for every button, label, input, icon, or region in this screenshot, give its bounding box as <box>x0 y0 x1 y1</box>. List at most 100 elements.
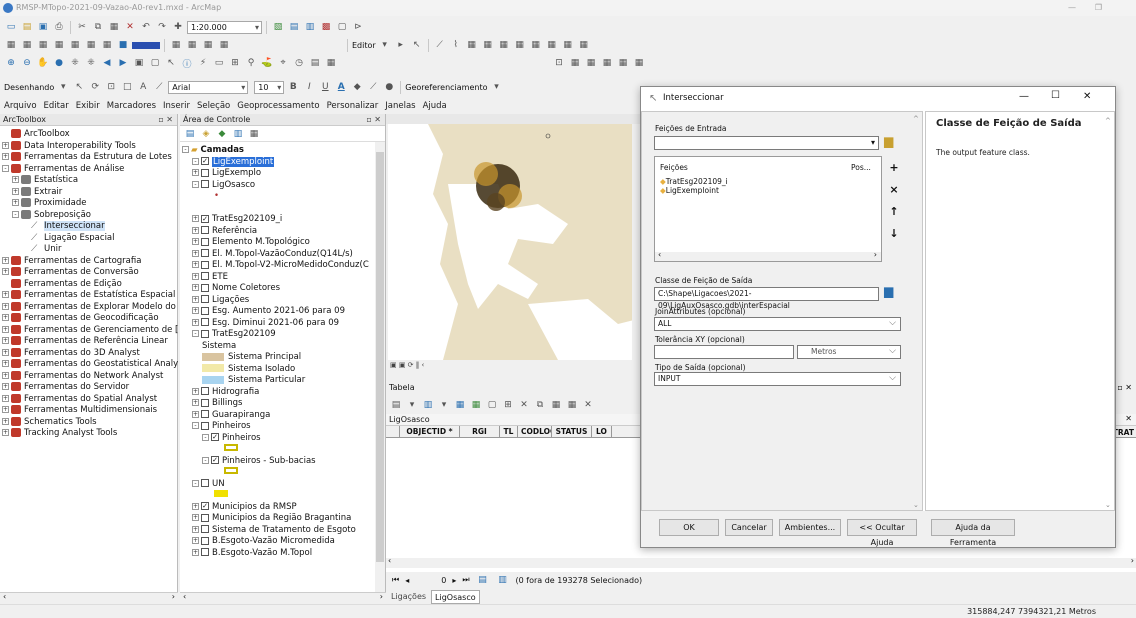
table-of-contents-icon[interactable]: ▤ <box>287 21 301 34</box>
cut-icon[interactable]: ✂ <box>75 21 89 34</box>
expand-icon[interactable]: + <box>2 314 9 321</box>
input-features-list[interactable]: Feições Pos... ◆TratEsg202109_i ◆LigExem… <box>654 156 882 262</box>
tool-icon[interactable]: ▦ <box>577 39 591 52</box>
show-all-records-icon[interactable]: ▤ <box>476 574 490 587</box>
expand-icon[interactable]: + <box>2 302 9 310</box>
toc-layer-item[interactable]: - ✓ LigExemploint <box>182 156 385 169</box>
toc-layer-item[interactable]: Sistema Principal <box>182 352 385 364</box>
expand-icon[interactable]: + <box>2 291 9 298</box>
hyperlink-icon[interactable]: ⚡ <box>196 57 210 70</box>
collapse-icon[interactable]: - <box>192 180 199 188</box>
expand-icon[interactable]: + <box>2 348 9 356</box>
tool-icon[interactable]: ▦ <box>68 39 82 52</box>
tool-icon[interactable]: ▦ <box>497 39 511 52</box>
expand-icon[interactable]: + <box>192 502 199 510</box>
minimize-icon[interactable]: — <box>1068 0 1076 16</box>
layer-visibility-checkbox[interactable] <box>201 536 209 545</box>
redo-icon[interactable]: ↷ <box>155 21 169 34</box>
tool-icon[interactable]: ▦ <box>465 39 479 52</box>
tool-icon[interactable]: ▦ <box>565 399 579 412</box>
select-elements-icon[interactable]: ↖ <box>164 57 178 70</box>
scroll-up-icon[interactable]: ^ <box>1105 117 1111 125</box>
previous-record-icon[interactable]: ◂ <box>405 576 409 585</box>
delete-selected-icon[interactable]: ✕ <box>517 399 531 412</box>
toc-layer-item[interactable]: Sistema <box>182 341 385 353</box>
toc-layer-item[interactable]: - ▰ Camadas <box>182 145 385 157</box>
expand-icon[interactable]: + <box>192 514 199 521</box>
toolbox-item[interactable]: + Ferramentas de Cartografia <box>2 255 177 268</box>
dropdown-icon[interactable]: ▾ <box>871 137 875 149</box>
layer-visibility-checkbox[interactable] <box>201 513 209 522</box>
layer-visibility-checkbox[interactable] <box>201 548 209 556</box>
expand-icon[interactable]: + <box>192 307 199 314</box>
expand-icon[interactable]: + <box>12 199 19 206</box>
toc-layer-item[interactable]: Sistema Particular <box>182 375 385 387</box>
new-icon[interactable]: ▭ <box>4 21 18 34</box>
layer-visibility-checkbox[interactable]: ✓ <box>201 502 209 510</box>
layer-visibility-checkbox[interactable] <box>201 226 209 234</box>
tab-ligacoes[interactable]: Ligações <box>388 590 429 604</box>
output-type-select[interactable]: INPUT <box>654 372 901 386</box>
toolbox-item[interactable]: ArcToolbox <box>2 129 177 141</box>
environments-button[interactable]: Ambientes... <box>779 519 841 536</box>
tool-icon[interactable]: ▦ <box>584 57 598 70</box>
toc-layer-item[interactable]: + Municipios da Região Bragantina <box>182 513 385 525</box>
table-options-icon[interactable]: ▤ <box>389 399 403 412</box>
tool-icon[interactable]: ▦ <box>185 39 199 52</box>
expand-icon[interactable]: + <box>192 169 199 176</box>
toc-layer-item[interactable]: + Hidrografia <box>182 387 385 399</box>
color-tool-icon[interactable]: ■ <box>116 39 130 52</box>
toc-layer-item[interactable]: + B.Esgoto-Vazão Micromedida <box>182 536 385 548</box>
toc-layer-item[interactable]: + Elemento M.Topológico <box>182 237 385 249</box>
expand-icon[interactable]: + <box>2 417 9 425</box>
tool-icon[interactable]: ▦ <box>36 39 50 52</box>
draw-icon[interactable]: ⟋ <box>152 81 166 94</box>
toolbox-item[interactable]: + Ferramentas de Estatística Espacial <box>2 290 177 302</box>
italic-button[interactable]: I <box>302 81 316 94</box>
layer-visibility-checkbox[interactable]: ✓ <box>211 433 219 441</box>
dropdown-icon[interactable]: ▾ <box>490 81 504 94</box>
toolbox-item[interactable]: + Ferramentas do Spatial Analyst <box>2 393 177 406</box>
map-canvas[interactable] <box>388 124 638 360</box>
tool-icon[interactable]: ▦ <box>600 57 614 70</box>
show-selected-records-icon[interactable]: ▥ <box>496 574 510 587</box>
toc-layer-item[interactable]: + B.Esgoto-Vazão M.Topol <box>182 548 385 560</box>
toc-layer-item[interactable]: + Guarapiranga <box>182 410 385 422</box>
save-icon[interactable]: ▣ <box>36 21 50 34</box>
undo-icon[interactable]: ↶ <box>139 21 153 34</box>
list-horizontal-scrollbar[interactable]: ‹ › <box>655 250 881 261</box>
list-by-drawing-order-icon[interactable]: ▤ <box>183 127 197 140</box>
layer-visibility-checkbox[interactable] <box>201 525 209 533</box>
menu-ajuda[interactable]: Ajuda <box>423 101 447 111</box>
tool-icon[interactable]: ▦ <box>4 39 18 52</box>
toc-layer-item[interactable]: + Nome Coletores <box>182 283 385 295</box>
tool-icon[interactable]: ▦ <box>529 39 543 52</box>
rotate-icon[interactable]: ⟳ <box>88 81 102 94</box>
toolbox-item[interactable]: + Schematics Tools <box>2 416 177 429</box>
expand-icon[interactable]: + <box>2 337 9 344</box>
add-row-button[interactable]: + <box>886 160 902 176</box>
toc-layer-item[interactable]: + Ligações <box>182 295 385 307</box>
toc-layer-item[interactable]: + ✓ TratEsg202109_i <box>182 214 385 226</box>
expand-icon[interactable]: + <box>2 141 9 149</box>
clear-selection-icon[interactable]: ▢ <box>485 399 499 412</box>
output-feature-class-field[interactable]: C:\Shape\Ligacoes\2021-09\LigAuxOsasco.g… <box>654 287 879 310</box>
edit-annotation-icon[interactable]: ↖ <box>410 39 424 52</box>
toolbox-item[interactable]: + Ferramentas de Conversão <box>2 267 177 279</box>
form-vertical-scrollbar[interactable]: ^ ⌄ <box>912 115 922 509</box>
select-by-rect-icon[interactable]: ▣ <box>132 57 146 70</box>
tool-icon[interactable]: ▦ <box>632 57 646 70</box>
toc-layer-item[interactable]: + El. M.Topol-V2-MicroMedidoConduz(C <box>182 260 385 272</box>
toc-layer-item[interactable]: - LigOsasco <box>182 180 385 192</box>
layer-visibility-checkbox[interactable] <box>201 329 209 338</box>
toolbox-item[interactable]: + Ferramentas do 3D Analyst <box>2 347 177 360</box>
expand-icon[interactable]: + <box>2 429 9 436</box>
bold-button[interactable]: B <box>286 81 300 94</box>
expand-icon[interactable]: + <box>192 272 199 280</box>
menu-editar[interactable]: Editar <box>44 101 69 111</box>
toolbox-item[interactable]: + Extrair <box>2 186 177 199</box>
copy-selected-icon[interactable]: ⧉ <box>533 399 547 412</box>
xy-tolerance-unit-select[interactable]: Metros <box>797 345 901 359</box>
toc-layer-item[interactable]: - Pinheiros <box>182 421 385 433</box>
html-popup-icon[interactable]: ▭ <box>212 57 226 70</box>
